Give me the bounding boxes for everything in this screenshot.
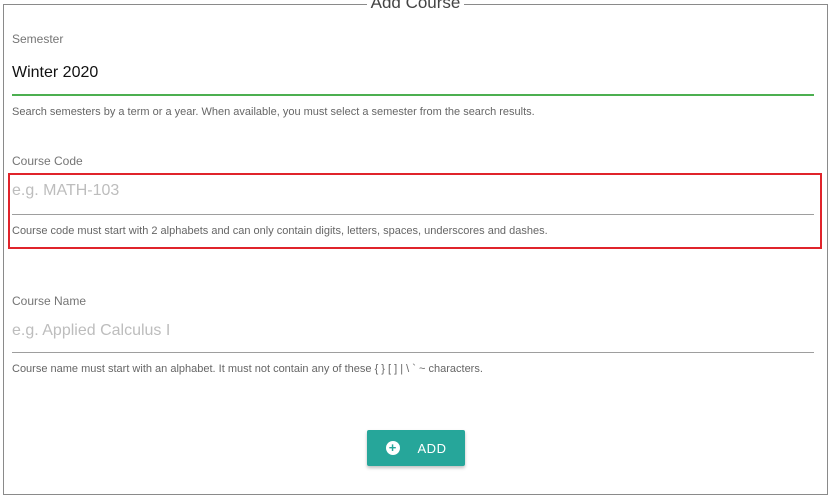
semester-label: Semester — [12, 32, 64, 46]
add-button[interactable]: + ADD — [367, 430, 465, 466]
semester-field: Semester Search semesters by a term or a… — [12, 32, 814, 118]
course-name-hint: Course name must start with an alphabet.… — [12, 363, 483, 375]
course-code-hint: Course code must start with 2 alphabets … — [12, 225, 548, 237]
course-code-underline — [12, 214, 814, 215]
course-name-input[interactable] — [12, 319, 814, 343]
semester-hint: Search semesters by a term or a year. Wh… — [12, 106, 535, 118]
course-code-label: Course Code — [12, 154, 83, 168]
dialog-title-wrap: Add Course — [4, 0, 827, 13]
add-button-label: ADD — [417, 440, 447, 456]
course-name-underline — [12, 352, 814, 353]
course-name-label: Course Name — [12, 294, 87, 308]
plus-circle-icon: + — [385, 441, 400, 455]
course-code-field: Course Code Course code must start with … — [12, 154, 814, 237]
course-code-input[interactable] — [12, 179, 814, 203]
dialog-title: Add Course — [366, 0, 465, 12]
semester-input[interactable] — [12, 61, 814, 85]
semester-underline — [12, 94, 814, 96]
course-name-field: Course Name Course name must start with … — [12, 294, 814, 375]
